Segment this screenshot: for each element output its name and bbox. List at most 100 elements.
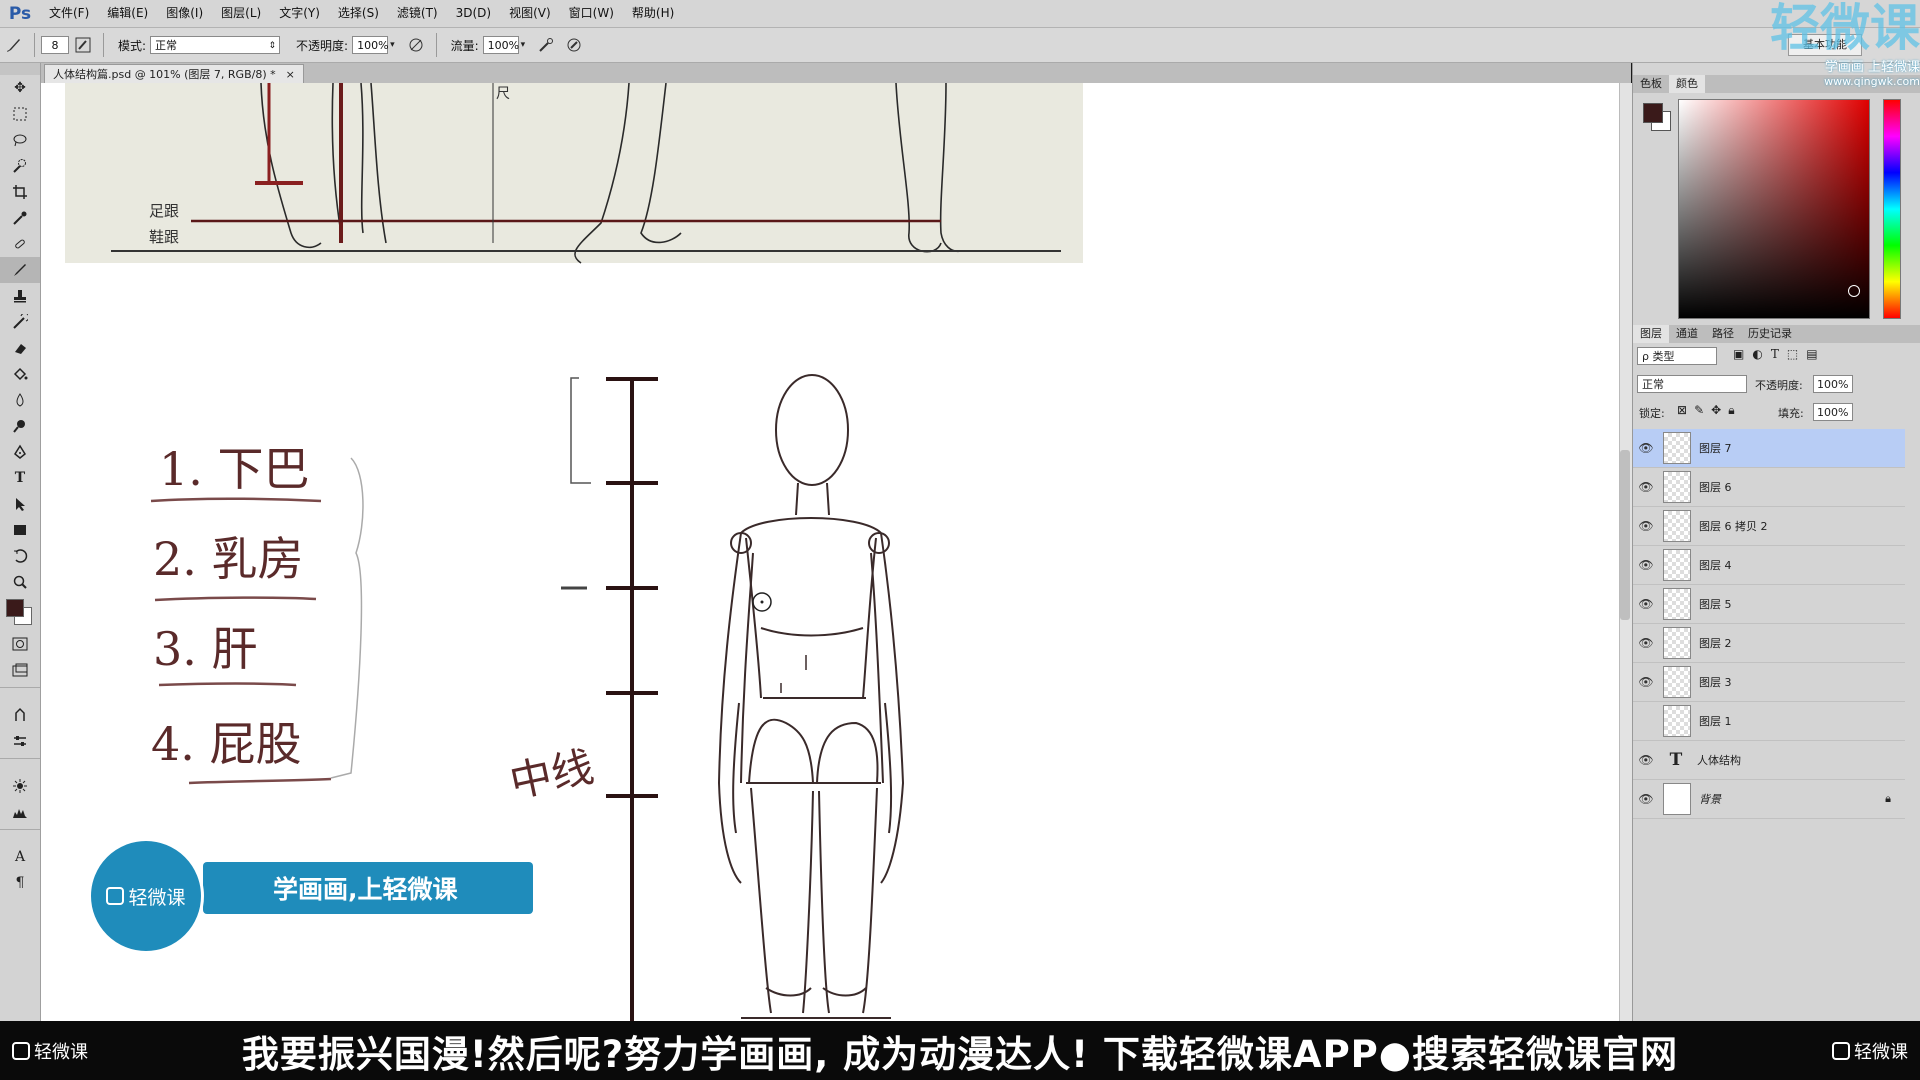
layer-row[interactable]: 👁︎ 图层 6 拷贝 2 [1633, 507, 1905, 546]
blur-tool-icon[interactable] [0, 387, 40, 413]
paragraph-panel-icon[interactable]: ¶ [0, 870, 40, 896]
filter-pixel-icon[interactable]: ▣ [1733, 347, 1744, 361]
lock-all-icon[interactable]: 🔒︎ [1728, 403, 1734, 418]
layer-visibility-eye-icon[interactable]: 👁︎ [1633, 558, 1659, 572]
layer-name[interactable]: 图层 4 [1699, 557, 1732, 573]
layer-name[interactable]: 背景 [1699, 791, 1721, 807]
filter-adjustment-icon[interactable]: ◐ [1752, 347, 1762, 361]
close-tab-icon[interactable]: × [286, 65, 295, 84]
screen-mode-icon[interactable] [0, 657, 40, 683]
marquee-tool-icon[interactable] [0, 101, 40, 127]
layer-row[interactable]: 👁︎ 图层 4 [1633, 546, 1905, 585]
tab-layers[interactable]: 图层 [1633, 325, 1669, 343]
eyedropper-tool-icon[interactable] [0, 205, 40, 231]
layer-row[interactable]: 👁︎ 图层 5 [1633, 585, 1905, 624]
brush-size-picker[interactable]: 8 [41, 36, 69, 54]
layer-row[interactable]: 👁︎ 图层 3 [1633, 663, 1905, 702]
layer-name[interactable]: 图层 2 [1699, 635, 1732, 651]
layer-visibility-eye-icon[interactable]: 👁︎ [1633, 519, 1659, 533]
canvas[interactable]: 足跟 鞋跟 尺 1. 下巴 2. 乳房 3. 肝 4. 屁股 中线 学画画,上轻… [41, 83, 1619, 1021]
pen-tool-icon[interactable] [0, 439, 40, 465]
menu-window[interactable]: 窗口(W) [560, 0, 623, 27]
layer-visibility-eye-icon[interactable]: 👁︎ [1633, 441, 1659, 455]
color-picker-cursor[interactable] [1848, 285, 1860, 297]
quick-selection-tool-icon[interactable] [0, 153, 40, 179]
foreground-color-swatch[interactable] [6, 599, 24, 617]
color-picker-field[interactable] [1678, 99, 1870, 319]
tab-channels[interactable]: 通道 [1669, 325, 1705, 343]
tab-color[interactable]: 颜色 [1669, 75, 1705, 93]
layer-name[interactable]: 图层 1 [1699, 713, 1732, 729]
blend-mode-select[interactable]: 正常 [1637, 375, 1747, 393]
layer-name[interactable]: 图层 7 [1699, 440, 1732, 456]
layer-row[interactable]: 👁︎ 图层 6 [1633, 468, 1905, 507]
color-swatches[interactable] [0, 595, 40, 625]
move-tool-icon[interactable]: ✥ [0, 75, 40, 101]
document-tab[interactable]: 人体结构篇.psd @ 101% (图层 7, RGB/8) * × [44, 64, 304, 84]
layer-thumbnail[interactable] [1663, 510, 1691, 542]
lasso-tool-icon[interactable] [0, 127, 40, 153]
menu-layer[interactable]: 图层(L) [212, 0, 270, 27]
brush-panel-toggle-icon[interactable] [72, 34, 94, 56]
layer-thumbnail[interactable] [1663, 549, 1691, 581]
filter-smart-object-icon[interactable]: ▤ [1806, 347, 1817, 361]
healing-brush-tool-icon[interactable] [0, 231, 40, 257]
flow-input[interactable]: 100% [482, 36, 519, 54]
menu-type[interactable]: 文字(Y) [270, 0, 329, 27]
lock-position-icon[interactable]: ✥ [1711, 403, 1721, 418]
layer-thumbnail[interactable] [1663, 705, 1691, 737]
crop-tool-icon[interactable] [0, 179, 40, 205]
history-brush-tool-icon[interactable] [0, 309, 40, 335]
layer-opacity-input[interactable]: 100% [1813, 375, 1853, 393]
histogram-icon[interactable] [0, 799, 40, 825]
menu-filter[interactable]: 滤镜(T) [388, 0, 447, 27]
menu-image[interactable]: 图像(I) [157, 0, 212, 27]
lock-pixels-icon[interactable]: ✎ [1694, 403, 1704, 418]
filter-type-icon[interactable]: T [1771, 347, 1779, 361]
character-panel-icon[interactable]: A [0, 844, 40, 870]
layer-visibility-eye-icon[interactable]: 👁︎ [1633, 675, 1659, 689]
layer-row[interactable]: 👁︎ T 人体结构 [1633, 741, 1905, 780]
layer-name[interactable]: 图层 5 [1699, 596, 1732, 612]
opacity-dropdown-icon[interactable]: ▾ [390, 40, 395, 50]
path-selection-tool-icon[interactable] [0, 491, 40, 517]
rectangle-tool-icon[interactable] [0, 517, 40, 543]
menu-3d[interactable]: 3D(D) [447, 0, 500, 27]
pressure-opacity-icon[interactable] [405, 34, 427, 56]
layer-thumbnail[interactable] [1663, 588, 1691, 620]
ad-logo[interactable]: 轻微课 [88, 838, 204, 954]
layer-visibility-eye-icon[interactable]: 👁︎ [1633, 753, 1659, 767]
rotate-view-tool-icon[interactable] [0, 543, 40, 569]
color-panel-foreground[interactable] [1643, 103, 1663, 123]
layer-visibility-eye-icon[interactable]: 👁︎ [1633, 792, 1659, 806]
layer-row[interactable]: 👁︎ 背景 🔒︎ [1633, 780, 1905, 819]
layer-visibility-eye-icon[interactable]: 👁︎ [1633, 480, 1659, 494]
tool-presets-icon[interactable] [0, 702, 40, 728]
layer-name[interactable]: 图层 6 [1699, 479, 1732, 495]
fill-input[interactable]: 100% [1813, 403, 1853, 421]
pressure-size-icon[interactable] [563, 34, 585, 56]
brush-tool-preset-icon[interactable] [3, 34, 25, 56]
layer-name[interactable]: 图层 6 拷贝 2 [1699, 518, 1768, 534]
layer-visibility-eye-icon[interactable]: 👁︎ [1633, 636, 1659, 650]
eraser-tool-icon[interactable] [0, 335, 40, 361]
paint-bucket-tool-icon[interactable] [0, 361, 40, 387]
menu-edit[interactable]: 编辑(E) [98, 0, 157, 27]
clone-stamp-tool-icon[interactable] [0, 283, 40, 309]
menu-file[interactable]: 文件(F) [40, 0, 98, 27]
zoom-tool-icon[interactable] [0, 569, 40, 595]
adjustments-icon[interactable] [0, 728, 40, 754]
opacity-input[interactable]: 100% [352, 36, 389, 54]
layer-thumbnail[interactable] [1663, 666, 1691, 698]
quick-mask-icon[interactable] [0, 631, 40, 657]
layer-thumbnail[interactable] [1663, 627, 1691, 659]
menu-help[interactable]: 帮助(H) [623, 0, 683, 27]
flow-dropdown-icon[interactable]: ▾ [521, 40, 526, 50]
lock-transparency-icon[interactable]: ⊠ [1677, 403, 1687, 418]
mode-select[interactable]: 正常 ⇕ [150, 36, 281, 54]
tab-history[interactable]: 历史记录 [1741, 325, 1799, 343]
dodge-tool-icon[interactable] [0, 413, 40, 439]
layer-row[interactable]: 👁︎ 图层 7 [1633, 429, 1905, 468]
ad-banner[interactable]: 学画画,上轻微课 [203, 862, 533, 914]
tab-paths[interactable]: 路径 [1705, 325, 1741, 343]
